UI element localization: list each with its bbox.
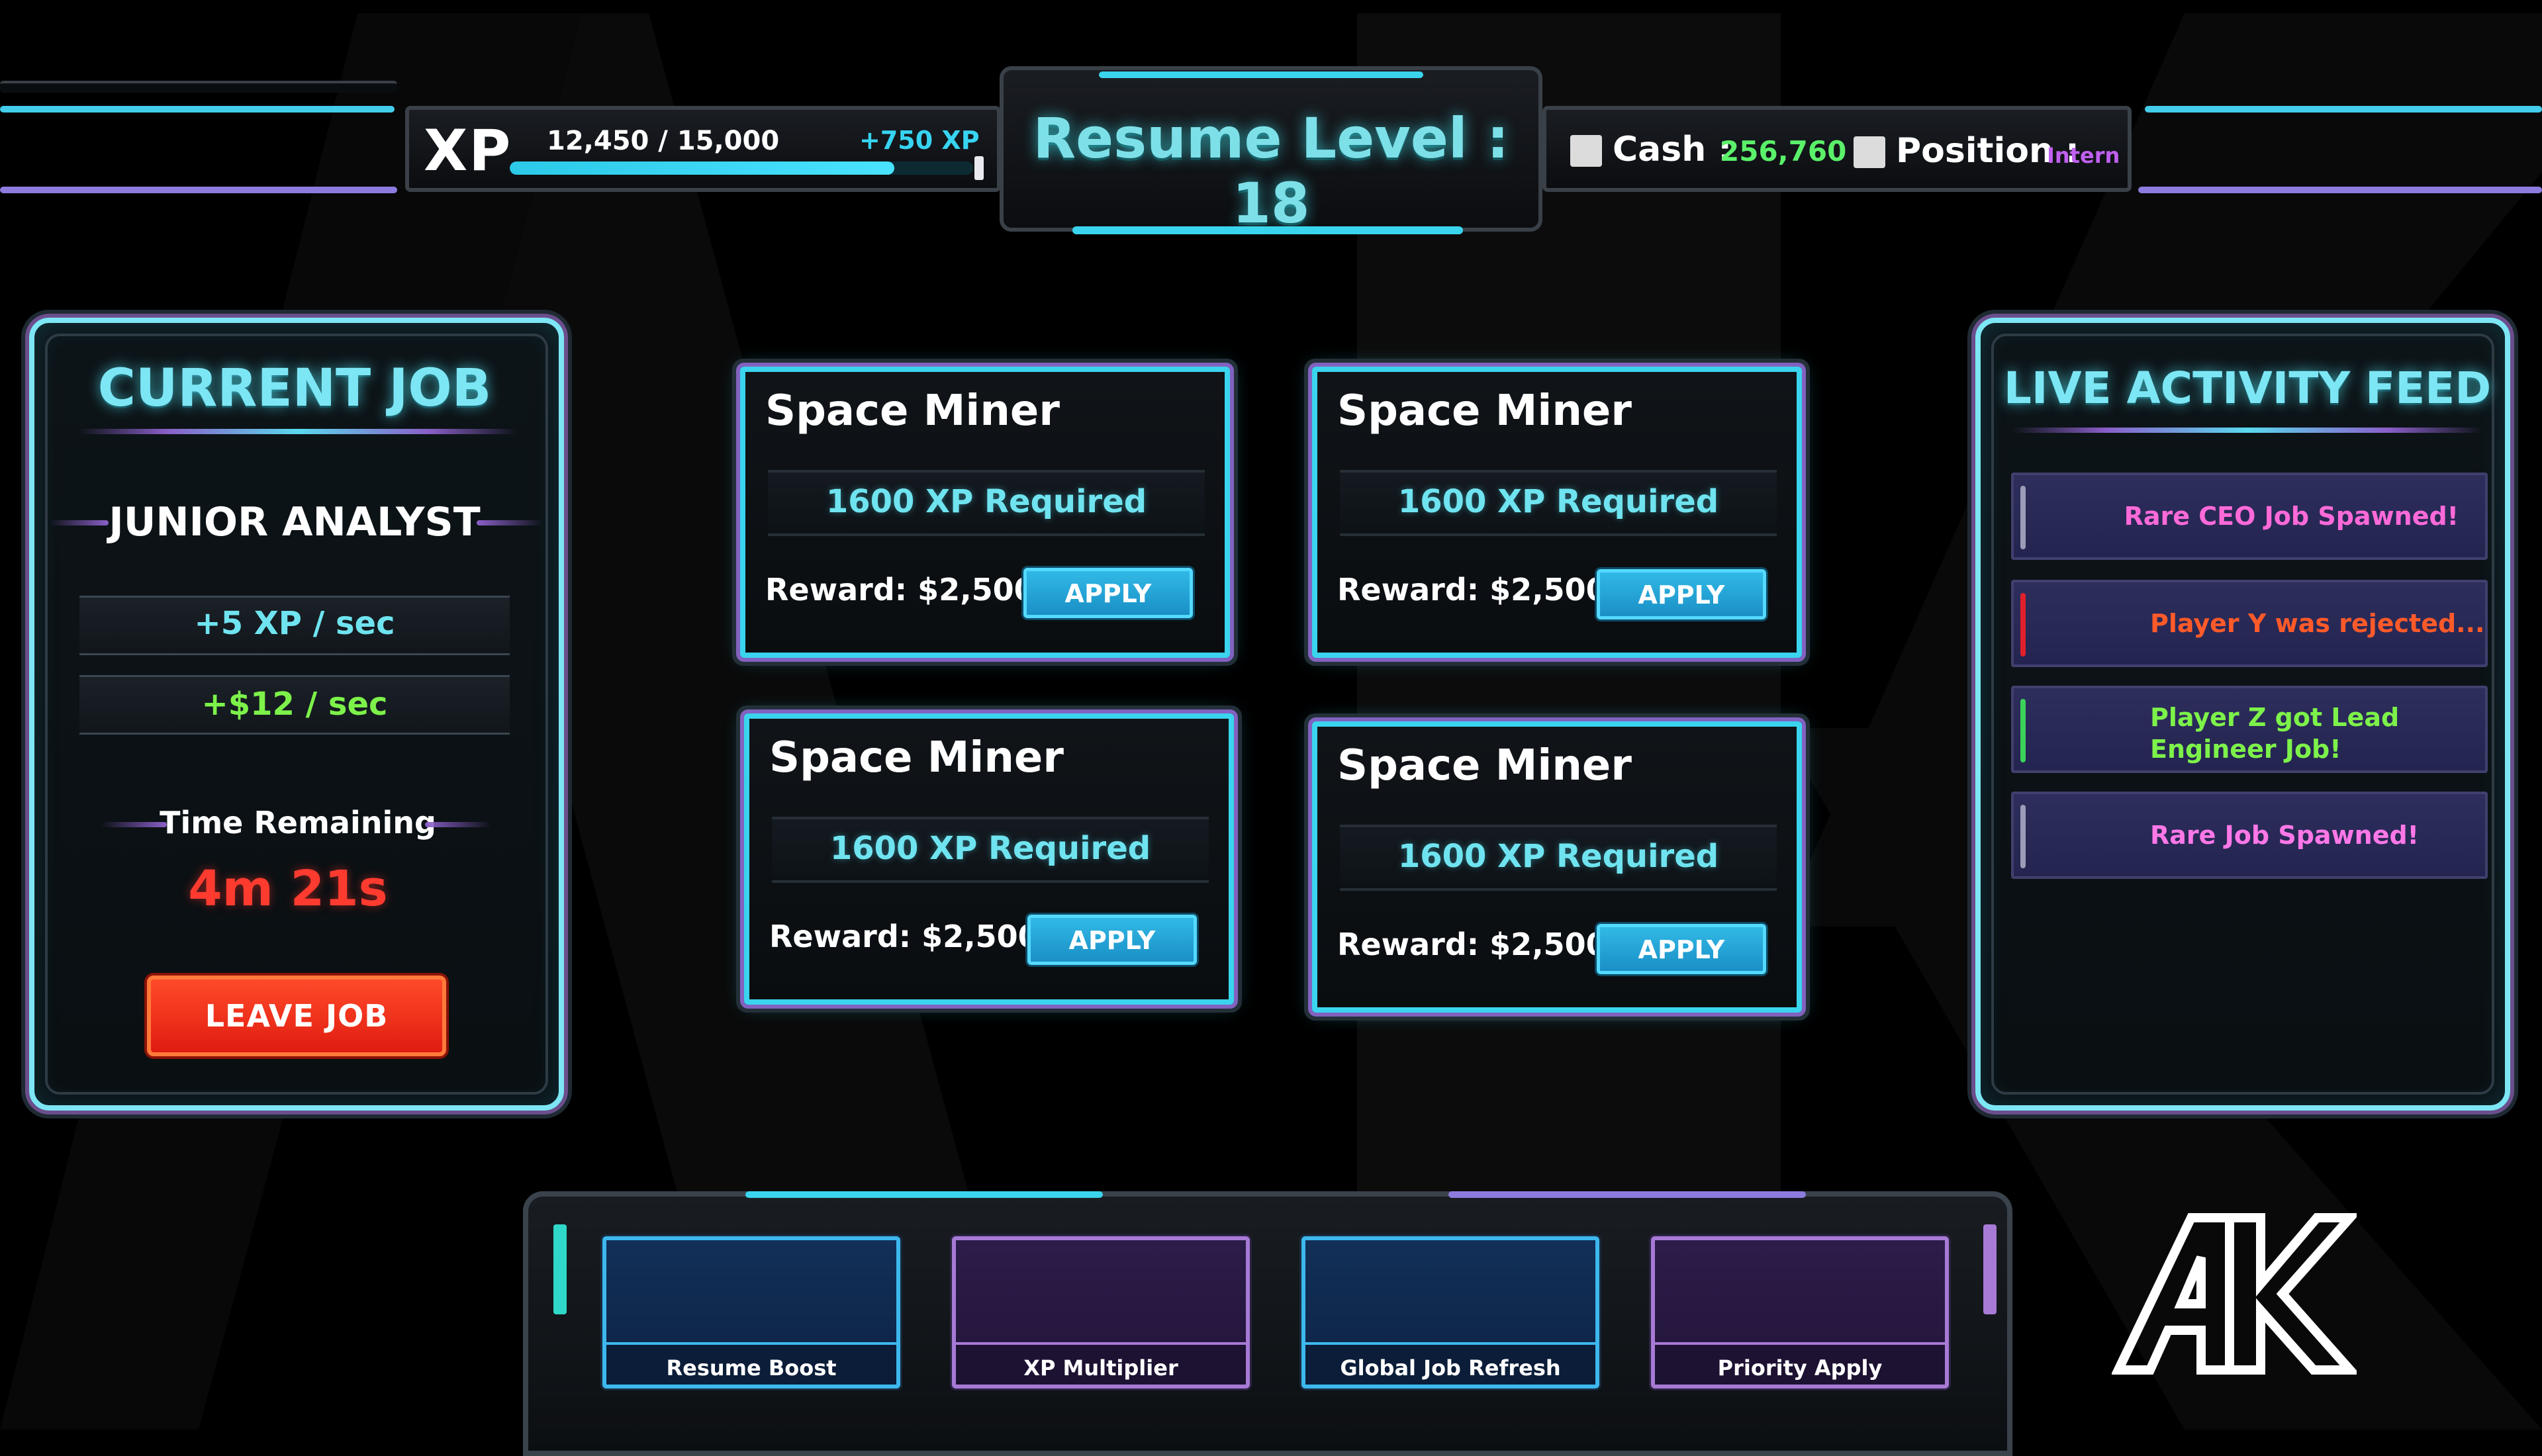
boost-priority-apply-button[interactable]: Priority Apply: [1651, 1236, 1949, 1388]
feed-item-text-line2: Engineer Job!: [2150, 735, 2341, 764]
top-rail-left: [0, 81, 397, 93]
feed-item: Player Z got Lead Engineer Job!: [2011, 686, 2488, 773]
job-title: Space Miner: [769, 733, 1064, 782]
job-reward: Reward: $2,500: [1337, 572, 1607, 608]
boost-bar-glow-left: [745, 1191, 1103, 1198]
top-rail-left-purple: [0, 187, 397, 193]
xp-progress-fill: [510, 161, 894, 175]
ak-logo: [2112, 1213, 2357, 1375]
position-icon: [1854, 136, 1885, 168]
position-value: Intern: [2047, 143, 2120, 168]
feed-item-text: Player Y was rejected...: [2150, 609, 2485, 638]
boost-xp-multiplier-button[interactable]: XP Multiplier: [952, 1236, 1250, 1388]
job-requirement: 1600 XP Required: [1397, 483, 1719, 520]
job-reward: Reward: $2,500: [1337, 927, 1607, 962]
job-requirement: 1600 XP Required: [1397, 838, 1719, 875]
feed-item: Rare Job Spawned!: [2011, 792, 2488, 879]
cash-label: Cash :: [1613, 130, 1732, 169]
boost-label: Resume Boost: [666, 1355, 837, 1381]
time-remaining-value: 4m 21s: [188, 860, 388, 917]
boost-label: Global Job Refresh: [1340, 1355, 1561, 1381]
top-rail-right-purple: [2138, 187, 2542, 193]
job-title: Space Miner: [1337, 387, 1632, 435]
xp-gain: +750 XP: [859, 126, 980, 155]
feed-item-marker: [2020, 593, 2026, 657]
job-reward: Reward: $2,500: [769, 919, 1039, 954]
title-underline: [2012, 428, 2482, 433]
apply-button[interactable]: APPLY: [1023, 568, 1193, 618]
xp-rate: +5 XP / sec: [194, 605, 395, 642]
cash-value: 256,760: [1720, 135, 1847, 167]
job-requirement: 1600 XP Required: [829, 830, 1151, 867]
boost-label: Priority Apply: [1717, 1355, 1883, 1381]
level-panel-top-glow: [1099, 71, 1423, 78]
activity-feed-title: LIVE ACTIVITY FEED: [2003, 363, 2492, 414]
apply-button[interactable]: APPLY: [1597, 924, 1766, 974]
boost-global-job-refresh-button[interactable]: Global Job Refresh: [1301, 1236, 1599, 1388]
job-name-line-right: [477, 520, 543, 525]
resume-level: Resume Level : 18: [1033, 106, 1509, 236]
top-rail-right-glow: [2145, 106, 2542, 113]
time-remaining-label: Time Remaining: [160, 805, 436, 841]
job-title: Space Miner: [765, 387, 1060, 435]
top-rail-left-glow: [0, 106, 395, 113]
cash-icon: [1570, 135, 1602, 167]
feed-item-marker: [2020, 699, 2026, 762]
xp-value: 12,450 / 15,000: [547, 126, 780, 156]
current-job-title: CURRENT JOB: [97, 359, 492, 418]
cash-rate: +$12 / sec: [201, 686, 388, 723]
xp-progress-bar: [510, 161, 973, 175]
job-requirement: 1600 XP Required: [825, 483, 1147, 520]
feed-item-text: Rare Job Spawned!: [2150, 821, 2419, 850]
apply-button[interactable]: APPLY: [1027, 915, 1197, 965]
feed-item: Player Y was rejected...: [2011, 580, 2488, 667]
job-title: Space Miner: [1337, 741, 1632, 790]
leave-job-button[interactable]: LEAVE JOB: [147, 976, 446, 1056]
boost-bar-glow-right: [1448, 1191, 1806, 1198]
time-line-right: [425, 822, 491, 827]
feed-item-marker: [2020, 486, 2026, 549]
current-job-name: JUNIOR ANALYST: [109, 499, 481, 545]
feed-item-text-line1: Player Z got Lead: [2150, 703, 2400, 732]
boost-label: XP Multiplier: [1023, 1355, 1178, 1381]
apply-button[interactable]: APPLY: [1597, 569, 1766, 619]
feed-item: Rare CEO Job Spawned!: [2011, 473, 2488, 560]
job-reward: Reward: $2,500: [765, 572, 1035, 608]
feed-item-marker: [2020, 805, 2026, 868]
boost-resume-boost-button[interactable]: Resume Boost: [602, 1236, 900, 1388]
xp-label: XP: [424, 118, 512, 184]
feed-item-text: Rare CEO Job Spawned!: [2124, 502, 2459, 531]
boost-bar-side-accent-right: [1983, 1224, 1997, 1314]
xp-bar-endcap: [974, 156, 984, 180]
title-underline: [79, 429, 516, 434]
boost-bar-side-accent-left: [553, 1224, 567, 1314]
